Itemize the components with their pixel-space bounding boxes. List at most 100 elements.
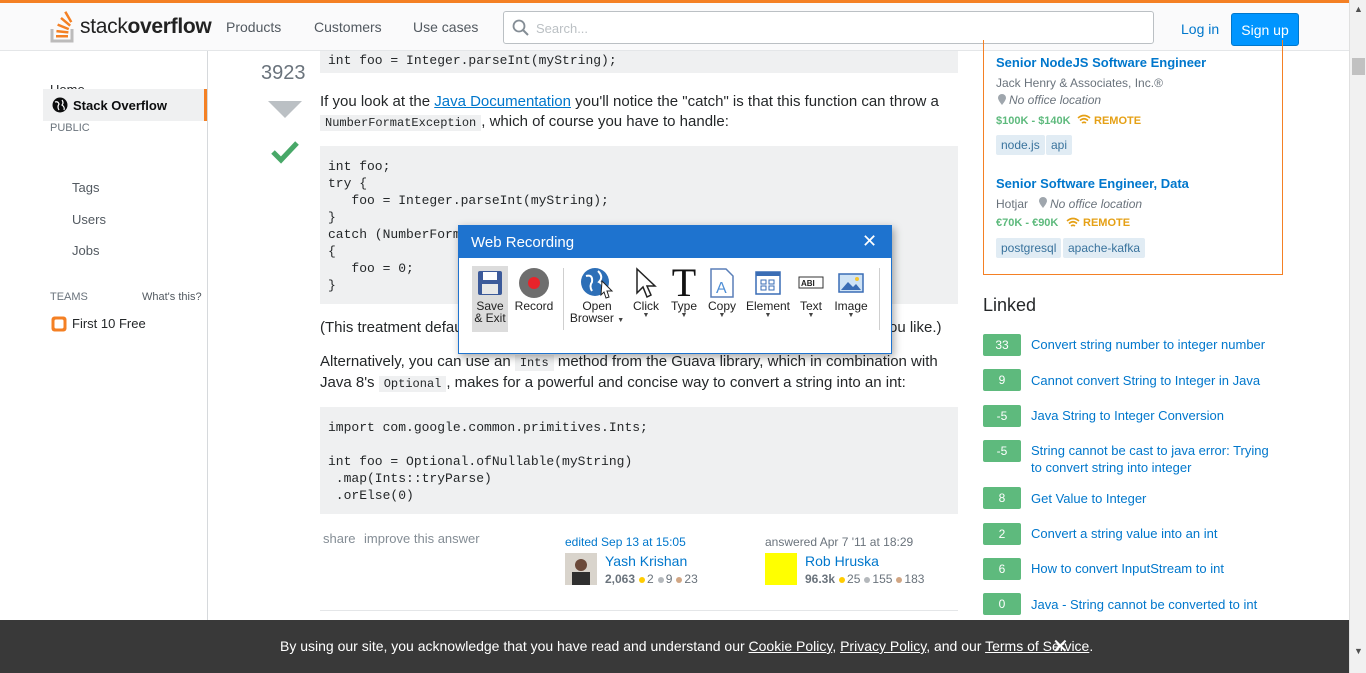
job-title[interactable]: Senior Software Engineer, Data: [996, 176, 1189, 191]
bronze-count: 183: [904, 572, 925, 586]
exit-label: & Exit: [474, 311, 506, 325]
chevron-down-icon: ▼: [807, 312, 815, 319]
rep-score: 2,063: [605, 572, 636, 586]
answerer-name[interactable]: Rob Hruska: [805, 553, 879, 569]
cookie-message: By using our site, you acknowledge that …: [280, 638, 1093, 654]
editor-reputation: 2,063 2 9 23: [605, 572, 698, 586]
code-line: try {: [328, 176, 368, 191]
copy-button[interactable]: A Copy ▼: [705, 266, 739, 330]
edited-timestamp[interactable]: edited Sep 13 at 15:05: [565, 535, 755, 549]
stackoverflow-logo[interactable]: stackoverflow: [50, 9, 212, 45]
svg-text:A: A: [716, 280, 727, 297]
editor-name[interactable]: Yash Krishan: [605, 553, 687, 569]
privacy-policy-link[interactable]: Privacy Policy: [840, 638, 926, 654]
job-tag[interactable]: api: [1046, 135, 1073, 155]
rep-score: 96.3k: [805, 572, 836, 586]
editor-card: edited Sep 13 at 15:05 Yash Krishan 2,06…: [565, 535, 755, 586]
para3-text-2: method from the Guava library, which in …: [553, 353, 938, 370]
para3-text-3: Java 8's: [320, 374, 379, 391]
element-button[interactable]: Element ▼: [745, 266, 791, 330]
text-abc-icon: ABI: [795, 266, 827, 300]
nav-users[interactable]: Users: [72, 212, 106, 227]
linked-question-link[interactable]: How to convert InputStream to int: [1031, 560, 1281, 577]
scroll-down-arrow-icon[interactable]: ▼: [1354, 646, 1363, 656]
bronze-count: 23: [684, 572, 698, 586]
downvote-icon[interactable]: [268, 101, 302, 118]
code-block-1: int foo = Integer.parseInt(myString);: [320, 51, 958, 73]
silver-badge-icon: [657, 576, 664, 583]
job-location: No office location: [1009, 93, 1102, 107]
job-tag[interactable]: node.js: [996, 135, 1045, 155]
para2-text: (This treatment defau: [320, 319, 463, 336]
linked-score: -5: [983, 405, 1021, 427]
linked-question-link[interactable]: String cannot be cast to java error: Try…: [1031, 442, 1281, 476]
terms-of-service-link[interactable]: Terms of Service: [985, 638, 1089, 654]
save-exit-button[interactable]: Save & Exit: [472, 266, 508, 332]
job-company: Jack Henry & Associates, Inc.®: [996, 76, 1163, 90]
chevron-down-icon: ▼: [617, 317, 625, 324]
image-button[interactable]: Image ▼: [831, 266, 871, 330]
vote-count: 3923: [261, 62, 306, 84]
linked-question-link[interactable]: Java - String cannot be converted to int: [1031, 596, 1281, 613]
browser-label-row: Browser ▼: [569, 312, 625, 325]
whats-this-link[interactable]: What's this?: [142, 291, 202, 303]
cookie-policy-link[interactable]: Cookie Policy: [749, 638, 833, 654]
type-button[interactable]: T Type ▼: [667, 263, 701, 330]
wifi-remote-icon: [1066, 217, 1080, 227]
image-picture-icon: [831, 266, 871, 300]
nav-use-cases[interactable]: Use cases: [413, 19, 478, 35]
logo-text: stackoverflow: [80, 15, 212, 38]
close-icon[interactable]: ✕: [862, 231, 877, 252]
job-salary: $100K - $140K: [996, 115, 1071, 127]
java-documentation-link[interactable]: Java Documentation: [434, 93, 571, 110]
answerer-card: answered Apr 7 '11 at 18:29 Rob Hruska 9…: [765, 535, 955, 586]
cursor-arrow-icon: [629, 266, 663, 300]
chevron-down-icon: ▼: [847, 312, 855, 319]
nav-products[interactable]: Products: [226, 19, 281, 35]
close-icon[interactable]: ✕: [1052, 634, 1069, 659]
scrollbar-thumb[interactable]: [1352, 58, 1365, 75]
nav-jobs[interactable]: Jobs: [72, 243, 99, 258]
job-tag[interactable]: postgresql: [996, 238, 1062, 258]
cookie-text-sep: ,: [832, 638, 841, 654]
linked-question-link[interactable]: Java String to Integer Conversion: [1031, 407, 1281, 424]
record-label: Record: [514, 299, 554, 313]
login-link[interactable]: Log in: [1181, 21, 1219, 37]
scroll-up-arrow-icon[interactable]: ▲: [1354, 4, 1363, 14]
person-photo-icon: [565, 553, 597, 585]
toolbar-separator: [563, 268, 564, 330]
editor-avatar[interactable]: [565, 553, 597, 585]
toolbar-separator: [879, 268, 880, 330]
gold-count: 25: [847, 572, 861, 586]
copy-document-icon: A: [705, 266, 739, 300]
job-title[interactable]: Senior NodeJS Software Engineer: [996, 55, 1206, 70]
answerer-reputation: 96.3k 25 155 183: [805, 572, 924, 586]
paragraph-2-end: ou like.): [889, 318, 969, 338]
click-button[interactable]: Click ▼: [629, 266, 663, 330]
linked-question-link[interactable]: Get Value to Integer: [1031, 490, 1281, 507]
element-label: Element: [745, 299, 791, 313]
answered-timestamp[interactable]: answered Apr 7 '11 at 18:29: [765, 535, 955, 549]
nav-tags[interactable]: Tags: [72, 180, 99, 195]
para3-text-4: , makes for a powerful and concise way t…: [446, 374, 906, 391]
text-button[interactable]: ABI Text ▼: [795, 266, 827, 330]
dialog-titlebar[interactable]: Web Recording ✕: [459, 226, 891, 258]
record-button[interactable]: Record: [514, 266, 554, 330]
vertical-scrollbar[interactable]: ▲ ▼: [1349, 0, 1366, 673]
para1-text: If you look at the: [320, 93, 435, 110]
inline-code: NumberFormatException: [320, 115, 482, 131]
globe-icon: [52, 97, 68, 113]
dialog-title: Web Recording: [471, 234, 575, 251]
job-tag[interactable]: apache-kafka: [1063, 238, 1146, 258]
open-browser-button[interactable]: Open Browser ▼: [569, 266, 625, 330]
nav-customers[interactable]: Customers: [314, 19, 382, 35]
linked-question-link[interactable]: Convert a string value into an int: [1031, 525, 1281, 542]
linked-question-link[interactable]: Cannot convert String to Integer in Java: [1031, 372, 1281, 389]
job-remote: REMOTE: [1094, 115, 1142, 127]
answerer-avatar[interactable]: [765, 553, 797, 585]
linked-question-link[interactable]: Convert string number to integer number: [1031, 336, 1281, 353]
nav-stack-overflow[interactable]: Stack Overflow: [43, 89, 207, 121]
improve-answer-link[interactable]: improve this answer: [364, 531, 480, 546]
share-link[interactable]: share: [323, 531, 356, 546]
first-10-free-link[interactable]: First 10 Free: [72, 316, 146, 331]
